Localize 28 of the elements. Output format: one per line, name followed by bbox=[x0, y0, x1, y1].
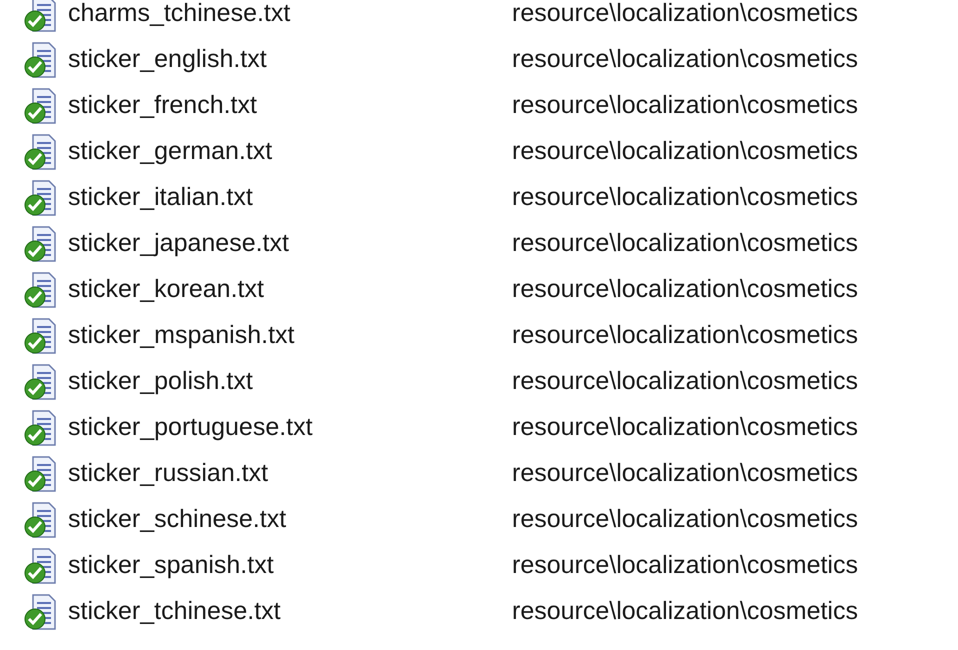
folder-path: resource\localization\cosmetics bbox=[512, 44, 858, 76]
file-name[interactable]: sticker_spanish.txt bbox=[58, 547, 512, 585]
file-name[interactable]: sticker_polish.txt bbox=[58, 363, 512, 401]
file-name[interactable]: sticker_portuguese.txt bbox=[58, 409, 512, 447]
file-name[interactable]: charms_tchinese.txt bbox=[58, 0, 512, 33]
file-name[interactable]: sticker_italian.txt bbox=[58, 179, 512, 217]
file-name[interactable]: sticker_tchinese.txt bbox=[58, 593, 512, 631]
folder-path: resource\localization\cosmetics bbox=[512, 182, 858, 214]
file-name[interactable]: sticker_german.txt bbox=[58, 133, 512, 171]
file-name[interactable]: sticker_mspanish.txt bbox=[58, 317, 512, 355]
folder-path: resource\localization\cosmetics bbox=[512, 458, 858, 490]
file-name[interactable]: sticker_japanese.txt bbox=[58, 225, 512, 263]
folder-path: resource\localization\cosmetics bbox=[512, 90, 858, 122]
file-name[interactable]: sticker_russian.txt bbox=[58, 455, 512, 493]
folder-path: resource\localization\cosmetics bbox=[512, 504, 858, 536]
file-name[interactable]: sticker_french.txt bbox=[58, 87, 512, 125]
file-name[interactable]: sticker_korean.txt bbox=[58, 271, 512, 309]
file-name[interactable]: sticker_english.txt bbox=[58, 41, 512, 79]
folder-path: resource\localization\cosmetics bbox=[512, 596, 858, 628]
folder-path: resource\localization\cosmetics bbox=[512, 550, 858, 582]
folder-path: resource\localization\cosmetics bbox=[512, 274, 858, 306]
file-name[interactable]: sticker_schinese.txt bbox=[58, 501, 512, 539]
folder-path: resource\localization\cosmetics bbox=[512, 412, 858, 444]
folder-path: resource\localization\cosmetics bbox=[512, 136, 858, 168]
folder-path: resource\localization\cosmetics bbox=[512, 228, 858, 260]
folder-path: resource\localization\cosmetics bbox=[512, 320, 858, 352]
folder-path: resource\localization\cosmetics bbox=[512, 366, 858, 398]
folder-path: resource\localization\cosmetics bbox=[512, 0, 858, 30]
